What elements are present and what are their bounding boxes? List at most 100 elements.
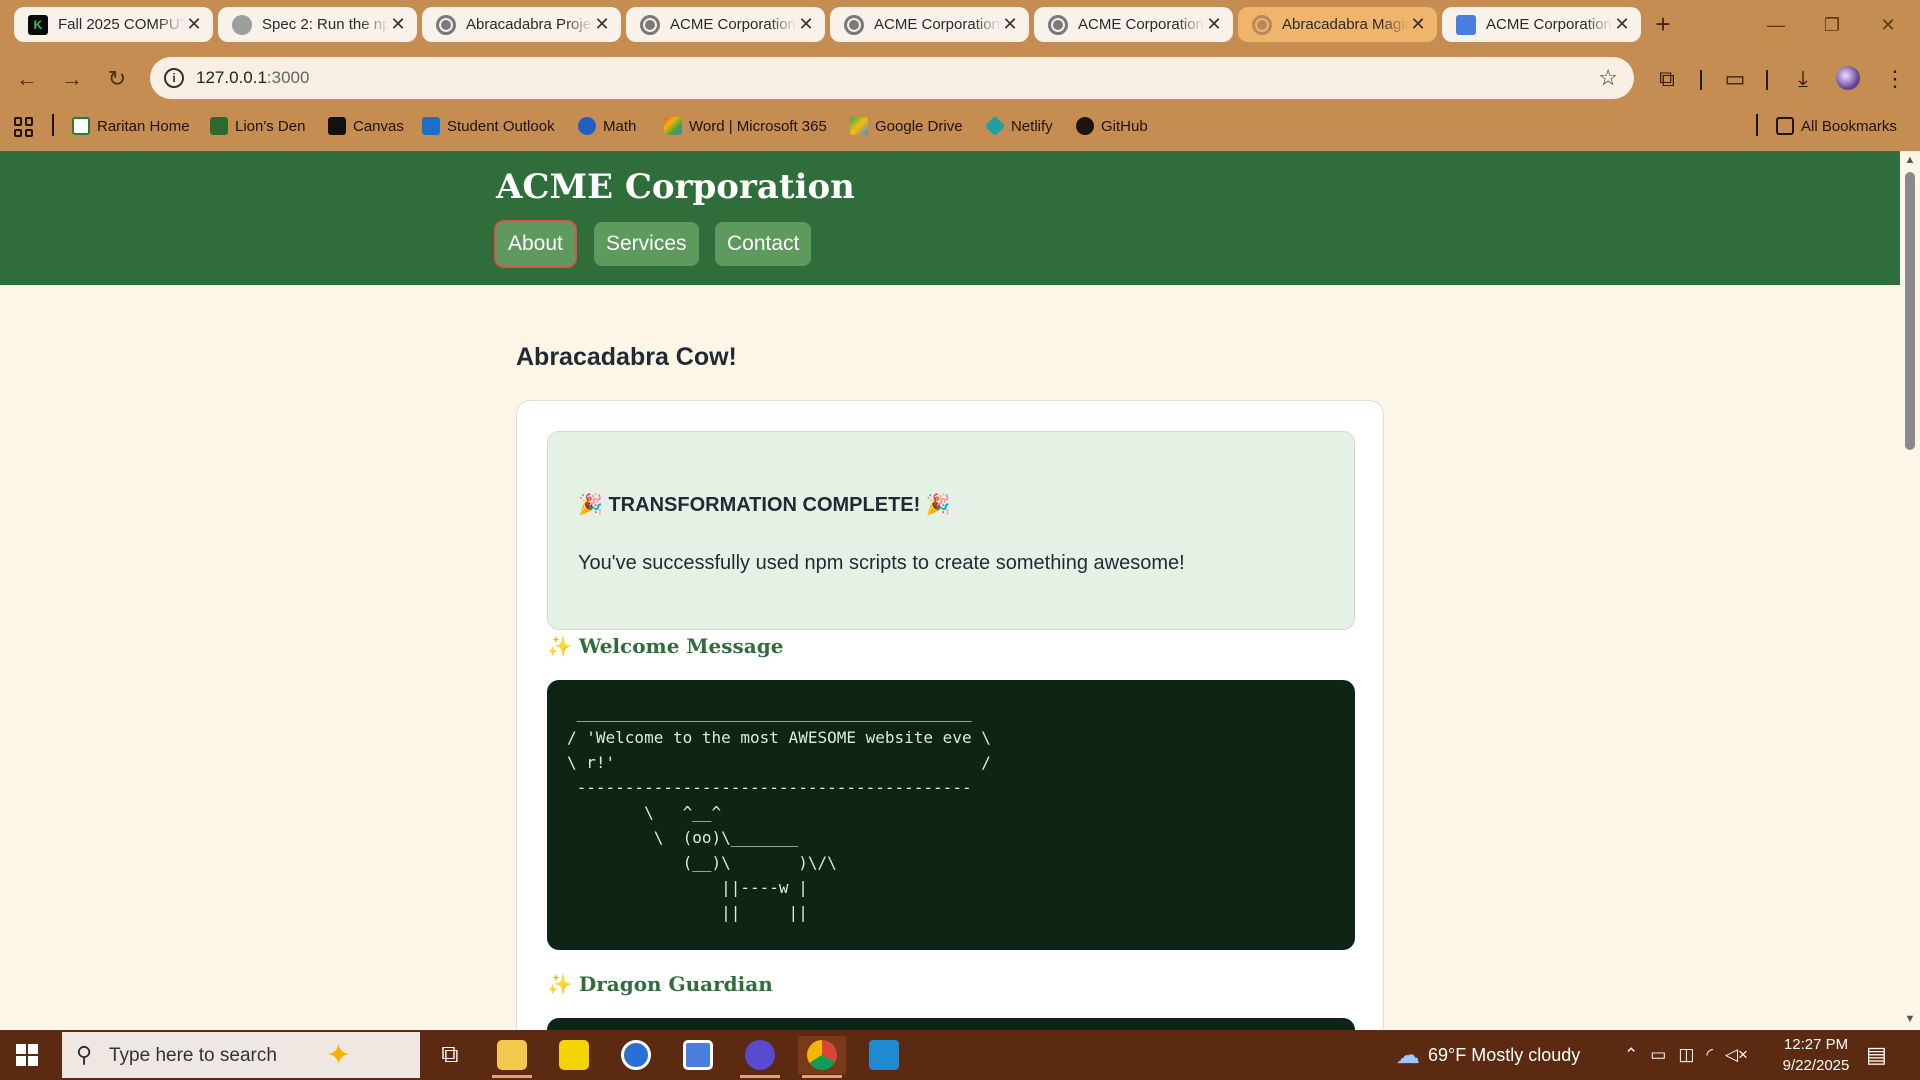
page-title: Abracadabra Cow! <box>516 343 737 371</box>
bookmark-word[interactable]: Word | Microsoft 365 <box>664 117 827 135</box>
search-icon: ⚲ <box>76 1042 93 1067</box>
back-button[interactable]: ← <box>12 64 42 94</box>
site-info-icon[interactable]: i <box>164 68 184 88</box>
all-bookmarks-button[interactable]: All Bookmarks <box>1776 117 1897 135</box>
tab-acme-1[interactable]: ACME Corporation ✕ <box>626 7 825 42</box>
windows-start-icon[interactable] <box>16 1044 38 1066</box>
success-banner: 🎉 TRANSFORMATION COMPLETE! 🎉 You've succ… <box>547 431 1355 630</box>
bookmark-label: Raritan Home <box>97 117 190 135</box>
close-icon[interactable]: ✕ <box>1205 14 1223 35</box>
content-card: 🎉 TRANSFORMATION COMPLETE! 🎉 You've succ… <box>516 400 1384 1058</box>
bookmark-label: Google Drive <box>875 117 963 135</box>
close-icon[interactable]: ✕ <box>593 14 611 35</box>
section-title-dragon: ✨ Dragon Guardian <box>547 972 773 996</box>
taskbar-clock[interactable]: 12:27 PM 9/22/2025 <box>1756 1034 1876 1076</box>
file-explorer-icon[interactable] <box>488 1036 536 1078</box>
bookmarks-divider <box>1756 114 1758 136</box>
bookmark-math[interactable]: Math <box>578 117 636 135</box>
minimize-button[interactable]: — <box>1748 0 1804 50</box>
tab-fall-2025[interactable]: K Fall 2025 COMPUTER SCIENCE ✕ <box>14 7 213 42</box>
main-content: Abracadabra Cow! 🎉 TRANSFORMATION COMPLE… <box>0 285 1900 1058</box>
scroll-up-icon[interactable]: ▲ <box>1903 154 1917 168</box>
close-icon[interactable]: ✕ <box>1001 14 1019 35</box>
app-blue-circle-icon[interactable] <box>612 1036 660 1074</box>
tab-title: Spec 2: Run the npm <box>262 16 389 33</box>
volume-muted-icon[interactable]: ◁× <box>1725 1045 1748 1065</box>
bookmark-github[interactable]: GitHub <box>1076 117 1148 135</box>
close-icon[interactable]: ✕ <box>1613 14 1631 35</box>
nav-contact[interactable]: Contact <box>715 222 812 266</box>
nav-about[interactable]: About <box>496 222 575 266</box>
tab-strip: K Fall 2025 COMPUTER SCIENCE ✕ Spec 2: R… <box>0 0 1920 50</box>
tab-title: Abracadabra Magic <box>1282 16 1409 33</box>
bookmark-lions-den[interactable]: Lion's Den <box>210 117 305 135</box>
profile-avatar[interactable] <box>1836 66 1860 90</box>
weather-widget[interactable]: ☁ 69°F Mostly cloudy <box>1396 1030 1580 1080</box>
bookmark-student-outlook[interactable]: Student Outlook <box>422 117 555 135</box>
tab-abracadabra-project[interactable]: Abracadabra Project ✕ <box>422 7 621 42</box>
tab-title: ACME Corporation <box>670 16 796 33</box>
download-icon[interactable]: ⤓ <box>1788 64 1818 94</box>
close-icon[interactable]: ✕ <box>389 14 407 35</box>
scroll-down-icon[interactable]: ▼ <box>1903 1013 1917 1027</box>
bookmark-canvas[interactable]: Canvas <box>328 117 404 135</box>
bookmark-label: Netlify <box>1011 117 1053 135</box>
all-bookmarks-label: All Bookmarks <box>1801 117 1897 135</box>
close-icon[interactable]: ✕ <box>797 14 815 35</box>
taskbar-search[interactable]: ⚲ Type here to search ✦ <box>62 1032 420 1078</box>
close-window-button[interactable]: ✕ <box>1860 0 1916 50</box>
restore-button[interactable]: ❐ <box>1804 0 1860 50</box>
forward-button[interactable]: → <box>57 64 87 94</box>
bookmark-star-icon[interactable]: ☆ <box>1598 65 1618 91</box>
tab-acme-3[interactable]: ACME Corporation ✕ <box>1034 7 1233 42</box>
tab-acme-4[interactable]: ACME Corporation ✕ <box>1442 7 1641 42</box>
cast-icon[interactable]: ▭ <box>1720 64 1750 94</box>
close-icon[interactable]: ✕ <box>185 14 203 35</box>
k-icon: K <box>28 14 48 35</box>
vscode-icon[interactable] <box>860 1036 908 1074</box>
brand-title[interactable]: ACME Corporation <box>496 167 855 207</box>
bookmark-netlify[interactable]: Netlify <box>984 115 1053 137</box>
globe-icon <box>436 14 456 35</box>
task-view-icon[interactable]: ⧉ <box>426 1036 474 1074</box>
folder-icon <box>1776 117 1794 135</box>
tab-title: Fall 2025 COMPUTER SCIENCE <box>58 16 185 33</box>
tab-acme-2[interactable]: ACME Corporation ✕ <box>830 7 1029 42</box>
tab-title: ACME Corporation <box>1486 16 1612 33</box>
url-text: 127.0.0.1:3000 <box>196 68 309 88</box>
battery-icon[interactable]: ▭ <box>1650 1045 1666 1065</box>
canvas-icon <box>328 117 346 135</box>
bookmarks-divider <box>52 114 54 136</box>
menu-icon[interactable]: ⋮ <box>1880 64 1910 94</box>
bookmark-google-drive[interactable]: Google Drive <box>850 117 963 135</box>
weather-text: 69°F Mostly cloudy <box>1428 1044 1581 1065</box>
bookmark-label: Lion's Den <box>235 117 306 135</box>
app-google-icon[interactable] <box>674 1036 722 1074</box>
ascii-art-cow: ________________________________________… <box>567 703 991 922</box>
apps-grid-icon[interactable] <box>14 117 34 137</box>
bookmark-label: Word | Microsoft 365 <box>689 117 827 135</box>
lions-den-icon <box>210 117 228 135</box>
nav-services[interactable]: Services <box>594 222 699 266</box>
github-icon <box>232 14 252 35</box>
extensions-icon[interactable]: ⧉ <box>1652 64 1682 94</box>
site-header: ACME Corporation About Services Contact <box>0 151 1900 285</box>
chrome-icon[interactable] <box>798 1036 846 1078</box>
scrollbar-thumb[interactable] <box>1905 172 1915 450</box>
notifications-icon[interactable]: ▤ <box>1866 1030 1887 1080</box>
close-icon[interactable]: ✕ <box>1409 14 1427 35</box>
wifi-icon[interactable]: ◜ <box>1706 1045 1713 1065</box>
reload-button[interactable]: ↻ <box>102 64 132 94</box>
tab-spec-2[interactable]: Spec 2: Run the npm ✕ <box>218 7 417 42</box>
new-tab-button[interactable]: + <box>1648 10 1678 40</box>
tab-abracadabra-magic[interactable]: Abracadabra Magic ✕ <box>1238 7 1437 42</box>
netlify-icon <box>984 115 1006 137</box>
bookmark-raritan-home[interactable]: Raritan Home <box>72 117 190 135</box>
sticky-notes-icon[interactable] <box>550 1036 598 1074</box>
globe-icon <box>1048 14 1068 35</box>
address-bar[interactable]: i 127.0.0.1:3000 ☆ <box>150 57 1634 99</box>
doc-icon <box>1456 14 1476 35</box>
app-chat-icon[interactable] <box>736 1036 784 1078</box>
chevron-up-icon[interactable]: ⌃ <box>1624 1045 1638 1065</box>
network-icon[interactable]: ◫ <box>1678 1045 1694 1065</box>
